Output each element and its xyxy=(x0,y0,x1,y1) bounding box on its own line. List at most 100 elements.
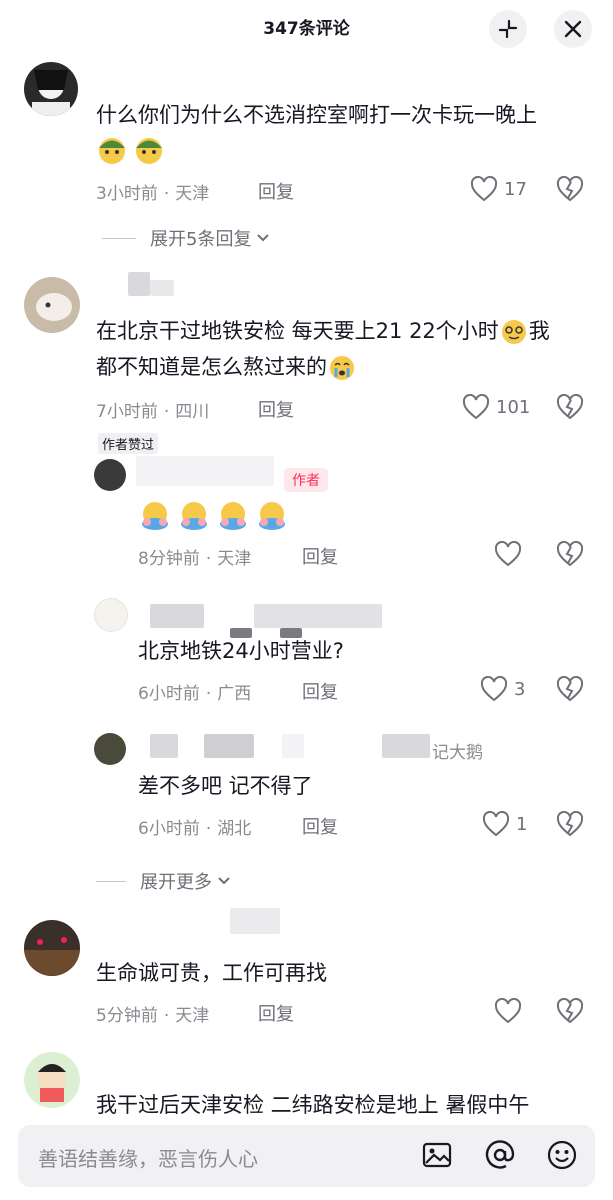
reply-button[interactable]: 回复 xyxy=(302,678,338,704)
dizzy-face-emoji-icon xyxy=(501,320,526,344)
username-blurred xyxy=(382,734,430,758)
username-blurred xyxy=(150,280,174,296)
timestamp: 6小时前 xyxy=(138,819,200,839)
like-button[interactable]: 17 xyxy=(470,176,527,202)
expand-label: 展开5条回复 xyxy=(150,229,252,250)
username-blurred xyxy=(150,604,204,628)
reply-button[interactable]: 回复 xyxy=(302,543,338,569)
location: 天津 xyxy=(217,549,252,569)
reply-button[interactable]: 回复 xyxy=(258,1000,294,1026)
dislike-button[interactable] xyxy=(556,394,584,420)
like-button[interactable] xyxy=(494,541,522,567)
timestamp: 6小时前 xyxy=(138,684,200,704)
heart-icon xyxy=(462,394,490,420)
emoji-icon[interactable] xyxy=(546,1139,578,1171)
heart-icon xyxy=(480,676,508,702)
chevron-down-icon xyxy=(218,877,230,885)
crying-face-emoji-icon xyxy=(330,356,354,380)
location: 广西 xyxy=(217,684,252,704)
location: 天津 xyxy=(175,1006,210,1026)
timestamp: 8分钟前 xyxy=(138,549,200,569)
location: 天津 xyxy=(175,184,210,204)
reply-meta: 6小时前 · 广西 xyxy=(138,684,252,704)
emoji-row xyxy=(138,498,289,532)
close-icon xyxy=(564,20,582,38)
comment-meta: 3小时前 · 天津 xyxy=(96,184,210,204)
location: 湖北 xyxy=(217,819,252,839)
like-button[interactable]: 101 xyxy=(462,394,530,420)
hugging-emoji-icon xyxy=(220,502,247,530)
dislike-button[interactable] xyxy=(556,541,584,567)
timestamp: 3小时前 xyxy=(96,184,158,204)
like-button[interactable]: 1 xyxy=(482,811,527,837)
comment-text: 生命诚可贵，工作可再找 xyxy=(96,961,327,985)
avatar[interactable] xyxy=(24,62,78,116)
avatar[interactable] xyxy=(24,277,80,333)
username-blurred xyxy=(204,734,254,758)
expand-label: 展开更多 xyxy=(140,872,212,893)
expand-more-button[interactable]: 展开更多 xyxy=(96,868,232,894)
avatar[interactable] xyxy=(94,598,128,632)
divider xyxy=(96,880,126,882)
avatar[interactable] xyxy=(24,1052,80,1108)
collapse-button[interactable] xyxy=(489,10,527,48)
emoji-row xyxy=(96,133,165,165)
dislike-button[interactable] xyxy=(556,176,584,202)
reply-text: 北京地铁24小时营业? xyxy=(138,639,344,663)
soldier-emoji-icon xyxy=(136,138,163,164)
hugging-emoji-icon xyxy=(142,502,168,530)
username-blurred xyxy=(282,734,304,758)
comment-input-bar[interactable]: 善语结善缘，恶言伤人心 xyxy=(18,1125,595,1187)
reply-meta: 8分钟前 · 天津 xyxy=(138,549,252,569)
like-button[interactable] xyxy=(494,998,522,1024)
location: 四川 xyxy=(175,402,210,422)
dislike-button[interactable] xyxy=(556,811,584,837)
like-count: 17 xyxy=(504,178,527,200)
username-blurred xyxy=(150,734,178,758)
close-button[interactable] xyxy=(554,10,592,48)
heart-icon xyxy=(470,176,498,202)
username-suffix: 记大鹅 xyxy=(432,743,483,763)
comments-header: 347条评论 xyxy=(0,0,613,60)
collapse-icon xyxy=(498,19,518,39)
hugging-emoji-icon xyxy=(259,502,286,530)
comment-input-placeholder[interactable]: 善语结善缘，恶言伤人心 xyxy=(38,1143,258,1172)
comment-text: 都不知道是怎么熬过来的 xyxy=(96,350,357,384)
username-blurred xyxy=(128,272,150,296)
author-liked-tag: 作者赞过 xyxy=(98,433,159,454)
timestamp: 5分钟前 xyxy=(96,1006,158,1026)
username-blurred xyxy=(136,456,274,486)
comment-text-part: 在北京干过地铁安检 每天要上21 22个小时 xyxy=(96,319,499,343)
expand-replies-button[interactable]: 展开5条回复 xyxy=(102,225,271,251)
soldier-emoji-icon xyxy=(99,138,125,164)
hugging-emoji-icon xyxy=(181,502,208,530)
image-icon[interactable] xyxy=(421,1139,453,1171)
like-count: 1 xyxy=(516,813,528,835)
timestamp: 7小时前 xyxy=(96,402,158,422)
comment-meta: 5分钟前 · 天津 xyxy=(96,1006,210,1026)
comment-text-part: 我 xyxy=(528,319,550,343)
avatar[interactable] xyxy=(24,920,80,976)
reply-button[interactable]: 回复 xyxy=(258,396,294,422)
username-blurred xyxy=(254,604,382,628)
comment-text-part: 都不知道是怎么熬过来的 xyxy=(96,355,327,379)
comment-text: 在北京干过地铁安检 每天要上21 22个小时 我 xyxy=(96,314,550,348)
like-button[interactable]: 3 xyxy=(480,676,525,702)
avatar[interactable] xyxy=(94,459,126,491)
avatar[interactable] xyxy=(94,733,126,765)
divider xyxy=(102,237,136,239)
comment-text: 我干过后天津安检 二纬路安检是地上 暑假中午 xyxy=(96,1093,530,1117)
heart-icon xyxy=(482,811,510,837)
comment-text: 什么你们为什么不选消控室啊打一次卡玩一晚上 xyxy=(96,103,537,127)
username-blurred xyxy=(230,908,280,934)
like-count: 101 xyxy=(496,396,531,418)
reply-button[interactable]: 回复 xyxy=(258,178,294,204)
author-badge: 作者 xyxy=(284,468,328,492)
dislike-button[interactable] xyxy=(556,676,584,702)
reply-button[interactable]: 回复 xyxy=(302,813,338,839)
dislike-button[interactable] xyxy=(556,998,584,1024)
comment-meta: 7小时前 · 四川 xyxy=(96,402,210,422)
reply-meta: 6小时前 · 湖北 xyxy=(138,819,252,839)
mention-icon[interactable] xyxy=(484,1139,516,1171)
chevron-down-icon xyxy=(257,234,270,242)
